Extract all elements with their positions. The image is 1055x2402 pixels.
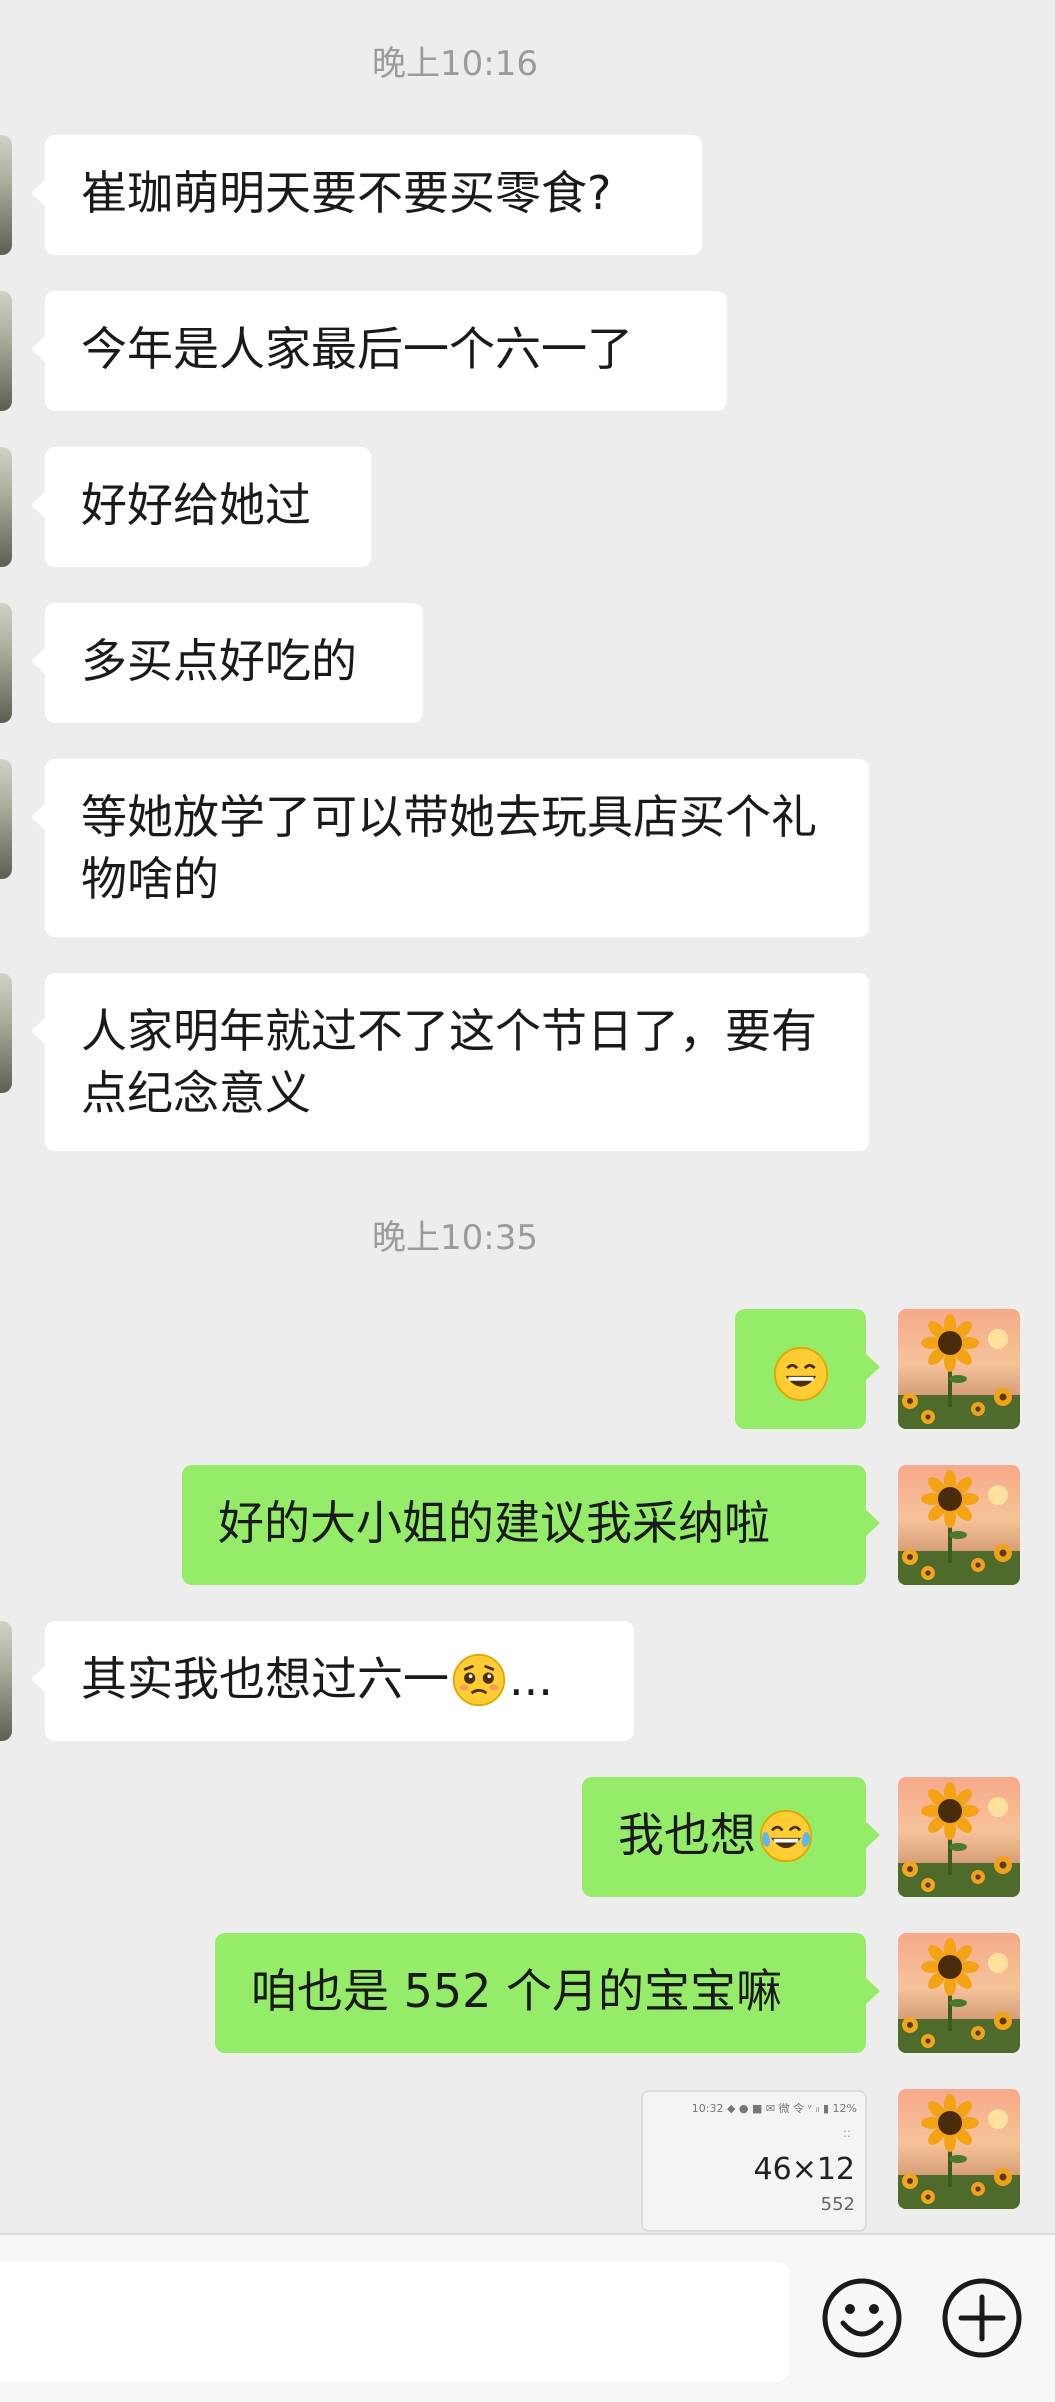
sunflower-avatar-icon (898, 1933, 1020, 2053)
message-bubble-incoming[interactable]: 等她放学了可以带她去玩具店买个礼物啥的 (31, 759, 869, 937)
message-text: 人家明年就过不了这个节日了，要有点纪念意义 (81, 1004, 817, 1120)
calc-expression: 46×12 (753, 2152, 855, 2187)
message-text: 其实我也想过六一 (81, 1652, 449, 1706)
message-bubble-incoming[interactable]: 其实我也想过六一... (31, 1621, 634, 1741)
contact-avatar[interactable] (0, 759, 12, 879)
contact-avatar[interactable] (0, 135, 12, 255)
message-text: 好好给她过 (81, 478, 311, 532)
grinning-face-icon (772, 1345, 830, 1403)
contact-avatar[interactable] (0, 291, 12, 411)
contact-avatar[interactable] (0, 973, 12, 1093)
contact-avatar[interactable] (0, 603, 12, 723)
message-input[interactable] (0, 2262, 790, 2382)
message-bubble-outgoing[interactable] (735, 1309, 880, 1429)
my-avatar[interactable] (898, 2089, 1020, 2209)
sunflower-avatar-icon (898, 1777, 1020, 1897)
contact-avatar[interactable] (0, 1621, 12, 1741)
contact-avatar[interactable] (0, 447, 12, 567)
calc-menu-dots: :: (842, 2126, 851, 2140)
image-message-calculator[interactable]: 10:32 ◆ ● ■ ✉ 微 令 ᵛ ᵢₗ ▮ 12% :: 46×12 55… (641, 2090, 867, 2232)
message-text: 今年是人家最后一个六一了 (81, 322, 633, 376)
calc-result: 552 (820, 2194, 855, 2215)
calc-status-bar: 10:32 ◆ ● ■ ✉ 微 令 ᵛ ᵢₗ ▮ 12% (691, 2102, 857, 2115)
sunflower-avatar-icon (898, 1465, 1020, 1585)
message-text: 崔珈萌明天要不要买零食? (81, 166, 612, 220)
message-bubble-incoming[interactable]: 多买点好吃的 (31, 603, 423, 723)
message-bubble-outgoing[interactable]: 我也想 (582, 1777, 880, 1897)
message-bubble-incoming[interactable]: 好好给她过 (31, 447, 371, 567)
message-text: 我也想 (618, 1808, 756, 1862)
plus-circle-icon[interactable] (939, 2275, 1025, 2361)
timestamp: 晚上10:16 (372, 44, 538, 84)
sunflower-avatar-icon (898, 2089, 1020, 2209)
message-ellipsis: ... (509, 1652, 553, 1706)
my-avatar[interactable] (898, 1465, 1020, 1585)
timestamp: 晚上10:35 (372, 1218, 538, 1258)
message-bubble-incoming[interactable]: 今年是人家最后一个六一了 (31, 291, 727, 411)
message-bubble-outgoing[interactable]: 咱也是 552 个月的宝宝嘛 (215, 1933, 880, 2053)
my-avatar[interactable] (898, 1933, 1020, 2053)
message-text: 咱也是 552 个月的宝宝嘛 (251, 1964, 783, 2018)
smiley-face-icon[interactable] (819, 2275, 905, 2361)
message-text: 等她放学了可以带她去玩具店买个礼物啥的 (81, 790, 817, 906)
message-bubble-incoming[interactable]: 崔珈萌明天要不要买零食? (31, 135, 702, 255)
my-avatar[interactable] (898, 1309, 1020, 1429)
sunflower-avatar-icon (898, 1309, 1020, 1429)
input-bar (0, 2233, 1055, 2402)
my-avatar[interactable] (898, 1777, 1020, 1897)
tears-of-joy-icon (758, 1808, 814, 1864)
message-text: 多买点好吃的 (81, 634, 357, 688)
message-bubble-outgoing[interactable]: 好的大小姐的建议我采纳啦 (182, 1465, 880, 1585)
pleading-face-icon (451, 1652, 507, 1708)
message-text: 好的大小姐的建议我采纳啦 (218, 1496, 770, 1550)
message-bubble-incoming[interactable]: 人家明年就过不了这个节日了，要有点纪念意义 (31, 973, 869, 1151)
